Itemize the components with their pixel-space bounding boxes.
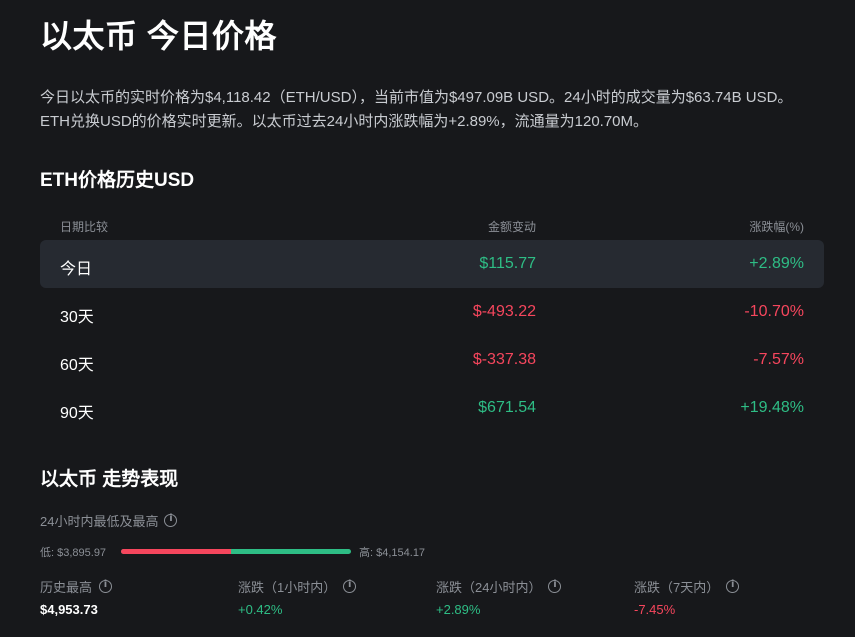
stat-value: +2.89% [436, 602, 481, 617]
performance-title: 以太币 走势表现 [40, 469, 179, 490]
stat-label: 涨跌（7天内） [634, 579, 720, 595]
table-row[interactable]: 30天 $-493.22 -10.70% [40, 288, 824, 336]
stats-row: 历史最高 $4,953.73 涨跌（1小时内） +0.42% 涨跌（24小时内）… [40, 576, 825, 626]
range-label: 24小时内最低及最高 [40, 511, 178, 530]
info-icon[interactable] [548, 579, 562, 593]
stat-value: +0.42% [238, 602, 283, 617]
row-amount: $-493.22 [472, 303, 536, 320]
row-amount: $115.77 [479, 255, 536, 272]
range-high: 高: $4,154.17 [359, 547, 426, 559]
row-change: -10.70% [744, 303, 804, 320]
column-header-amount: 金额变动 [487, 220, 536, 234]
stat-all-time-high: 历史最高 $4,953.73 [40, 576, 230, 617]
page-title: 以太币 今日价格 [40, 18, 277, 54]
stat-label: 历史最高 [40, 579, 93, 595]
range-bar [121, 549, 351, 554]
price-description: 今日以太币的实时价格为$4,118.42（ETH/USD），当前市值为$497.… [40, 89, 793, 130]
row-period: 90天 [60, 405, 94, 422]
row-period: 今日 [60, 261, 93, 278]
info-icon[interactable] [343, 579, 357, 593]
info-icon[interactable] [99, 579, 113, 593]
stat-change-7d: 涨跌（7天内） -7.45% [634, 576, 824, 617]
row-amount: $671.54 [478, 399, 536, 416]
stat-change-24h: 涨跌（24小时内） +2.89% [436, 576, 626, 617]
range-label-text: 24小时内最低及最高 [40, 514, 159, 529]
row-period: 60天 [60, 357, 94, 374]
history-title: ETH价格历史USD [40, 170, 195, 191]
row-period: 30天 [60, 309, 94, 326]
stat-value: -7.45% [634, 602, 676, 617]
column-header-date: 日期比较 [60, 220, 109, 234]
stat-change-1h: 涨跌（1小时内） +0.42% [238, 576, 428, 617]
table-row[interactable]: 90天 $671.54 +19.48% [40, 384, 824, 432]
table-row[interactable]: 60天 $-337.38 -7.57% [40, 336, 824, 384]
stat-label: 涨跌（1小时内） [238, 579, 337, 595]
day-range: 低: $3,895.97 高: $4,154.17 [40, 543, 540, 559]
info-icon[interactable] [726, 579, 740, 593]
stat-value: $4,953.73 [40, 602, 98, 617]
table-row[interactable]: 今日 $115.77 +2.89% [40, 240, 824, 288]
column-header-change: 涨跌幅(%) [749, 220, 804, 234]
price-history-table: 日期比较 金额变动 涨跌幅(%) 今日 $115.77 +2.89% 30天 $… [40, 210, 824, 432]
stat-label: 涨跌（24小时内） [436, 579, 542, 595]
range-bar-fill [121, 549, 232, 554]
row-change: -7.57% [753, 351, 804, 368]
row-change: +19.48% [740, 399, 804, 416]
row-amount: $-337.38 [472, 351, 536, 368]
row-change: +2.89% [749, 255, 804, 272]
range-low: 低: $3,895.97 [40, 547, 107, 559]
info-icon[interactable] [164, 513, 178, 527]
table-header: 日期比较 金额变动 涨跌幅(%) [40, 210, 824, 240]
